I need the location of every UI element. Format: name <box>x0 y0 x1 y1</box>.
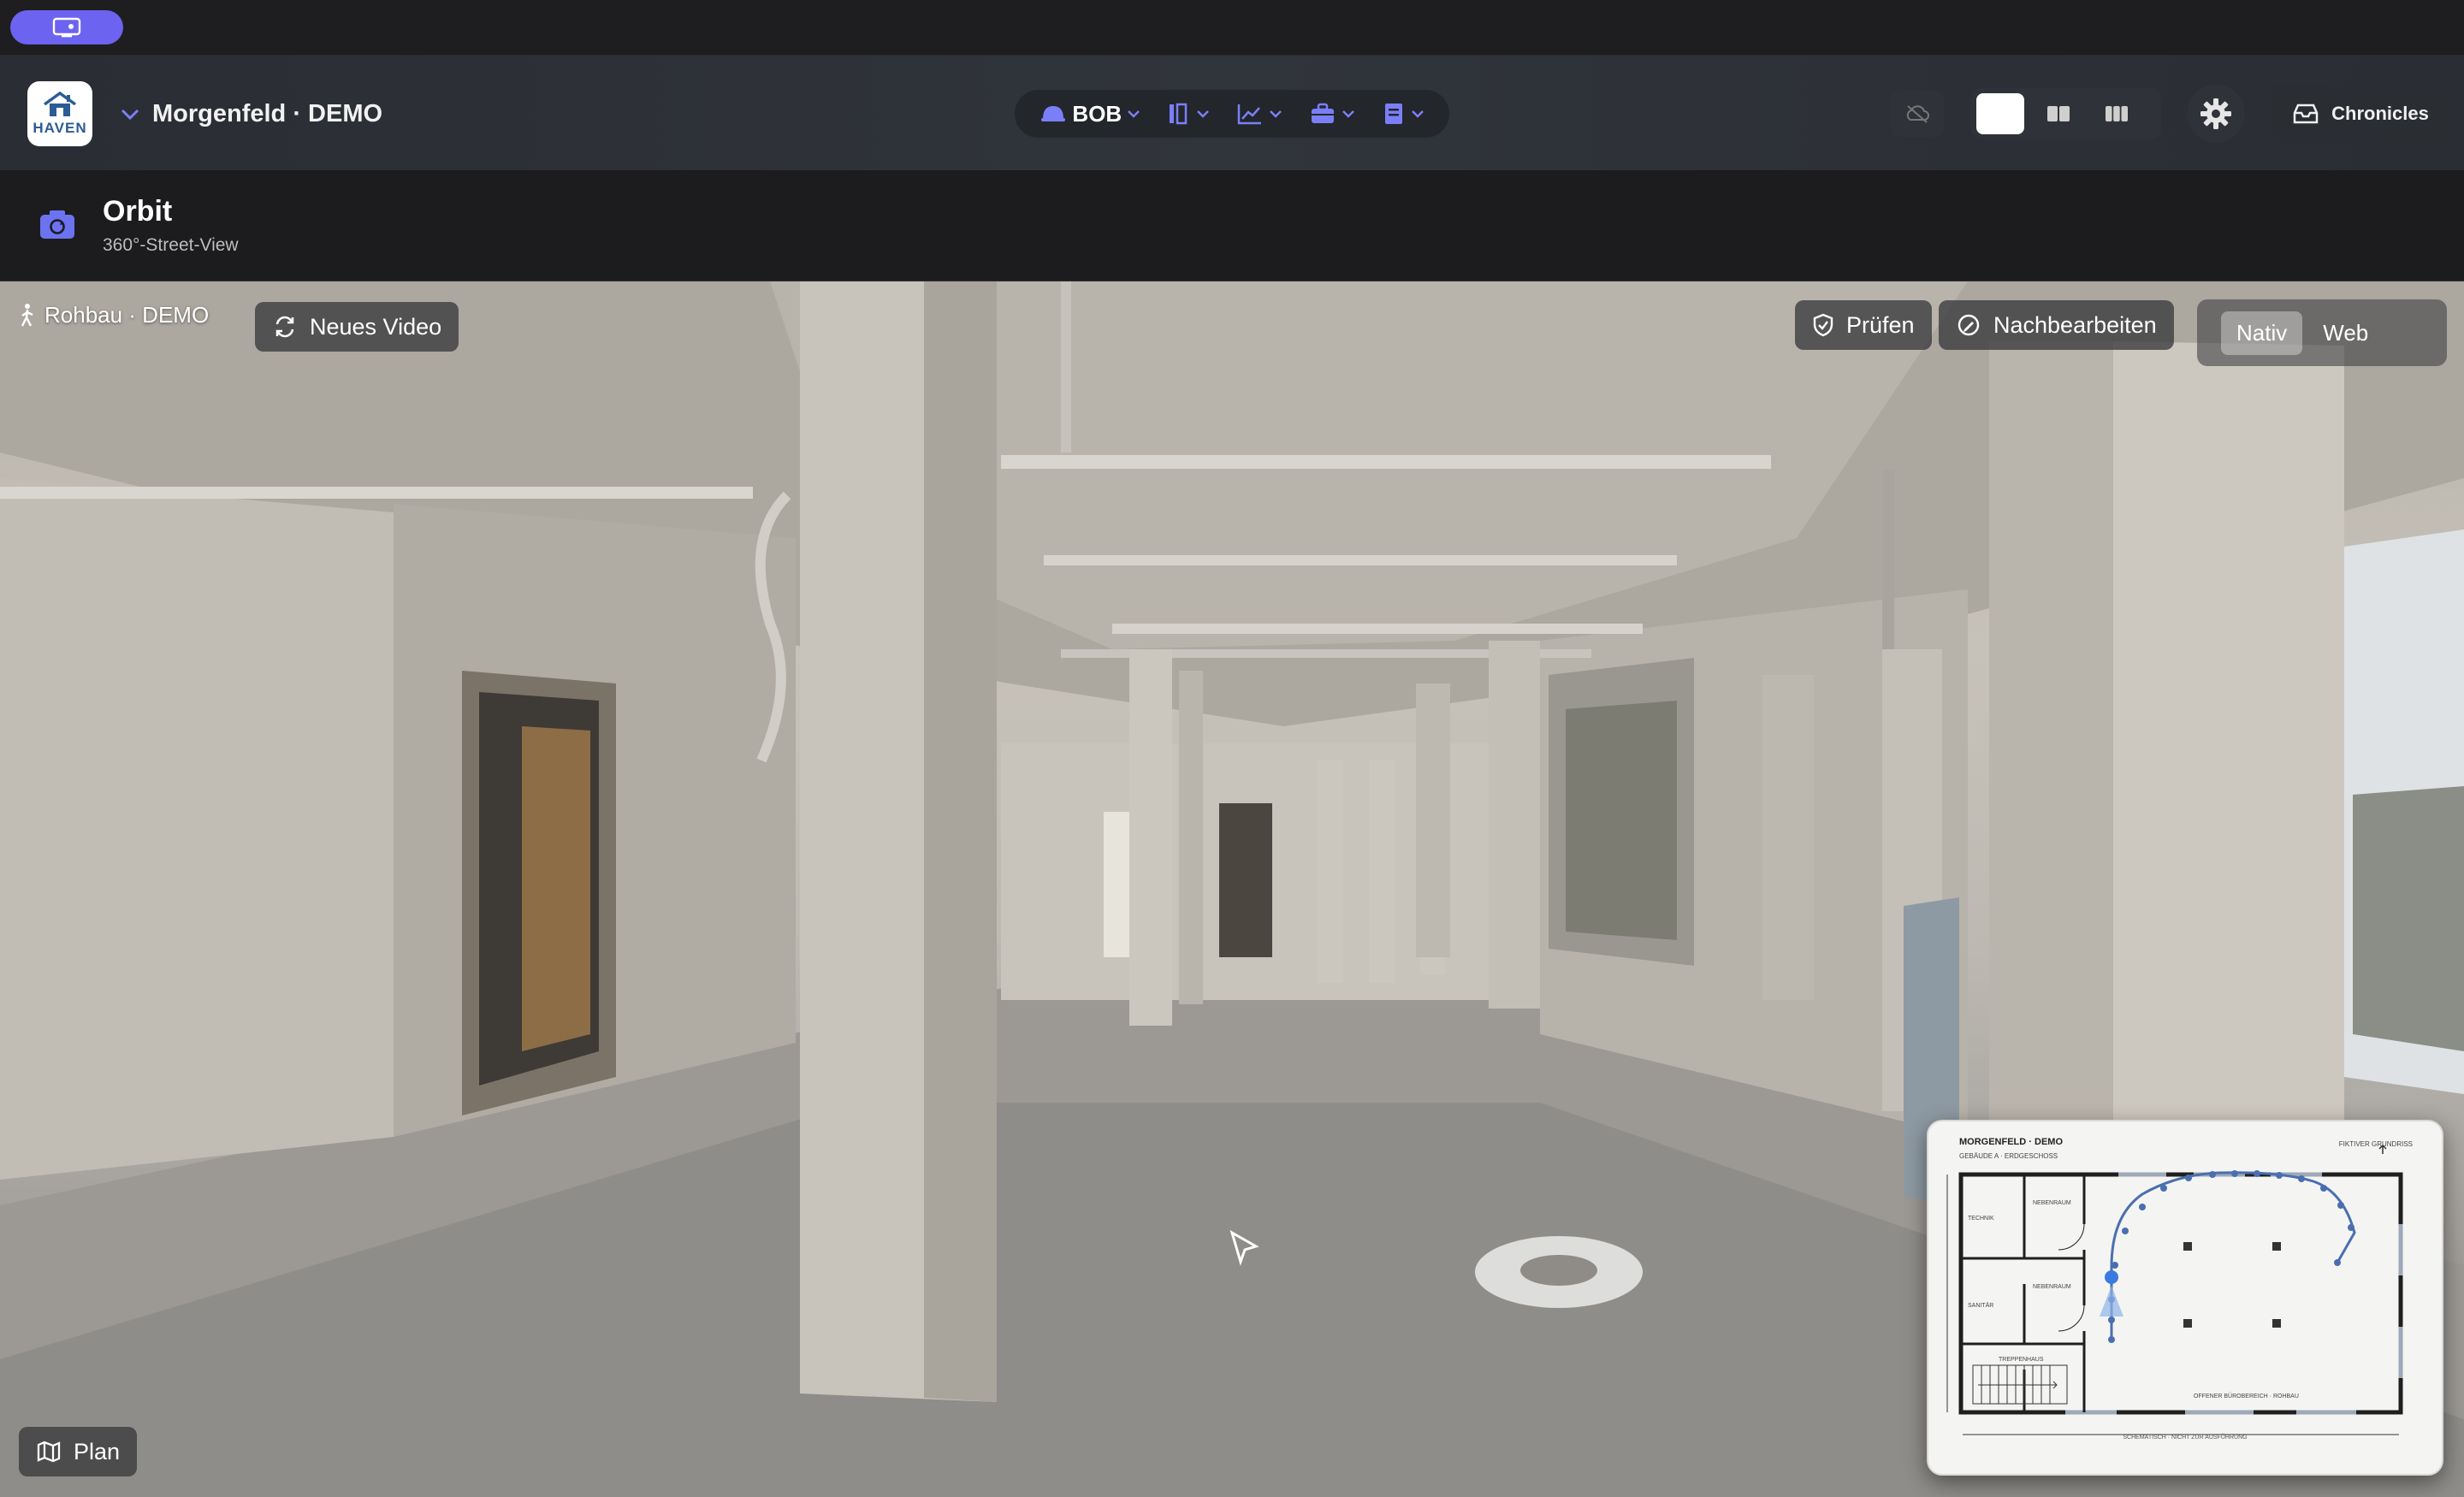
minimap-footer: SCHEMATISCH · NICHT ZUR AUSFÜHRUNG <box>2123 1435 2248 1441</box>
pruefen-label: Prüfen <box>1846 311 1915 338</box>
street-view-viewer[interactable]: Rohbau · DEMO Neues Video Prüfen Nachbea… <box>0 281 2464 1497</box>
screen-share-icon <box>52 17 81 38</box>
tools-menu[interactable] <box>1167 101 1210 127</box>
chevron-down-icon <box>1128 110 1140 118</box>
documents-menu[interactable] <box>1382 101 1424 127</box>
walking-person-icon <box>21 303 33 327</box>
logo-text: HAVEN <box>33 120 87 136</box>
room-label-nebenraum-1: NEBENRAUM <box>2033 1200 2071 1206</box>
cloud-sync-button[interactable] <box>1891 91 1944 137</box>
layout-split-button[interactable] <box>2035 93 2082 134</box>
location-label: Rohbau · DEMO <box>44 302 210 328</box>
project-name: Morgenfeld · DEMO <box>152 99 383 127</box>
plan-label: Plan <box>74 1438 121 1464</box>
render-mode-toggle: Nativ Web <box>2197 299 2447 366</box>
new-video-label: Neues Video <box>310 313 442 340</box>
chronicles-label: Chronicles <box>2331 103 2429 124</box>
location-indicator: Rohbau · DEMO <box>19 302 209 328</box>
document-icon <box>1384 104 1402 124</box>
window-titlebar <box>0 0 2464 56</box>
chevron-down-icon <box>121 109 139 121</box>
room-label-technik: TECHNIK <box>1968 1216 1994 1222</box>
new-video-button[interactable]: Neues Video <box>255 302 459 352</box>
settings-button[interactable] <box>2187 85 2245 143</box>
mode-web-button[interactable]: Web <box>2307 311 2384 355</box>
briefcase-icon <box>1311 103 1334 123</box>
chevron-down-icon <box>1270 110 1282 118</box>
layout-triple-button[interactable] <box>2093 93 2141 134</box>
floor-plan-minimap[interactable]: MORGENFELD · DEMO GEBÄUDE A · ERDGESCHOS… <box>1927 1120 2443 1476</box>
chevron-down-icon <box>1197 110 1209 118</box>
floor-plan-drawing <box>1946 1144 2403 1435</box>
camera-rotate-icon <box>40 210 74 239</box>
plan-button[interactable]: Plan <box>19 1427 138 1476</box>
archive-icon <box>2293 104 2319 124</box>
nachbearbeiten-button[interactable]: Nachbearbeiten <box>1939 300 2174 350</box>
briefcase-menu[interactable] <box>1309 102 1355 126</box>
helmet-icon <box>1041 106 1066 121</box>
layout-single-icon <box>1989 104 2011 124</box>
edit-check-icon <box>1958 314 1980 336</box>
layout-split-icon <box>2047 106 2070 121</box>
chevron-down-icon <box>1342 110 1354 118</box>
cloud-off-icon <box>1906 105 1929 123</box>
columns-tool-icon <box>1170 103 1188 125</box>
room-label-sanitaer: SANITÄR <box>1968 1303 1994 1309</box>
project-switcher[interactable]: Morgenfeld · DEMO <box>120 97 382 131</box>
chart-line-icon <box>1237 104 1261 125</box>
section-subtitle: 360°-Street-View <box>103 235 239 255</box>
mode-native-button[interactable]: Nativ <box>2221 311 2303 355</box>
layout-single-button[interactable] <box>1976 93 2024 134</box>
room-label-treppenhaus: TREPPENHAUS <box>1999 1357 2044 1363</box>
house-logo-icon <box>43 91 77 116</box>
analytics-menu[interactable] <box>1236 102 1282 126</box>
chronicles-button[interactable]: Chronicles <box>2271 84 2450 144</box>
gear-icon <box>2200 98 2231 129</box>
refresh-icon <box>275 316 294 338</box>
shield-check-icon <box>1813 313 1833 337</box>
nachbearbeiten-label: Nachbearbeiten <box>1993 311 2157 338</box>
header-right-tools: Chronicles <box>1891 84 2450 144</box>
map-icon <box>37 1441 61 1463</box>
section-header: Orbit 360°-Street-View <box>0 171 2464 281</box>
section-title: Orbit <box>103 195 173 228</box>
bob-label: BOB <box>1072 100 1122 127</box>
room-label-nebenraum-2: NEBENRAUM <box>2033 1284 2071 1290</box>
layout-triple-icon <box>2106 106 2128 121</box>
bob-menu[interactable]: BOB <box>1040 101 1140 127</box>
area-label-open-office: OFFENER BÜROBEREICH · ROHBAU <box>2194 1393 2299 1399</box>
module-toolbar: BOB <box>1015 90 1449 138</box>
haven-logo[interactable]: HAVEN <box>27 81 92 146</box>
layout-switcher <box>1971 88 2161 139</box>
pruefen-button[interactable]: Prüfen <box>1795 300 1932 350</box>
screen-share-indicator[interactable] <box>10 10 123 44</box>
app-header: HAVEN Morgenfeld · DEMO BOB Chronicles <box>0 56 2464 170</box>
chevron-down-icon <box>1411 110 1424 118</box>
